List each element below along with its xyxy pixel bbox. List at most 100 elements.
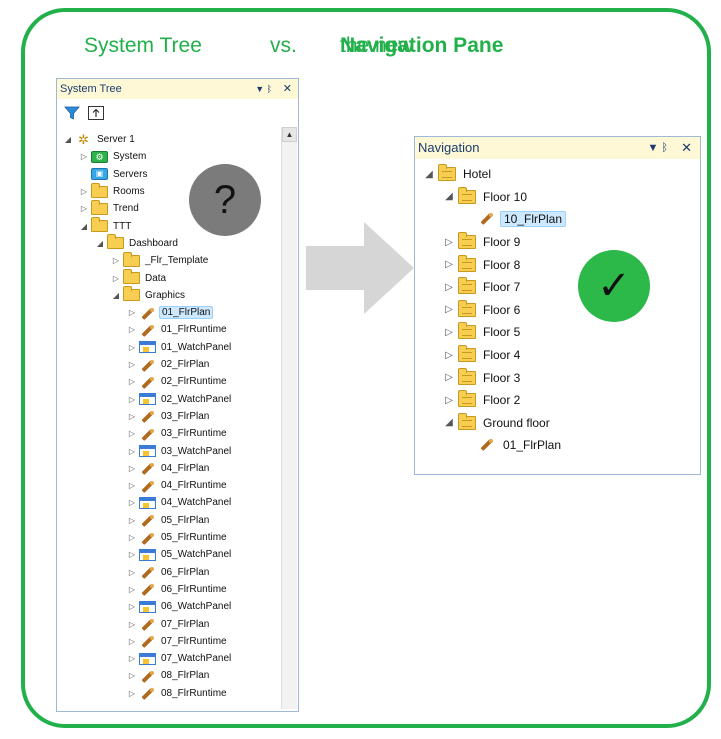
expand-icon[interactable]: ▷: [127, 395, 137, 404]
tree-row[interactable]: ▷ 07_WatchPanel: [127, 650, 233, 667]
tree-row[interactable]: ◢ Hotel: [423, 163, 494, 186]
tree-row[interactable]: ▷ 06_WatchPanel: [127, 598, 233, 615]
tree-row[interactable]: ▷ Floor 7: [443, 276, 523, 299]
pin-icon[interactable]: ▼ ᛒ: [255, 79, 272, 99]
tree-row[interactable]: ▷ 07_FlrRuntime: [127, 633, 229, 650]
tree-row[interactable]: ▷ _Flr_Template: [111, 251, 210, 269]
tree-row[interactable]: ▷ 08_FlrRuntime: [127, 685, 229, 702]
expand-icon[interactable]: ▷: [127, 360, 137, 369]
tree-row[interactable]: ▣ Servers: [79, 166, 149, 183]
expand-icon[interactable]: ▷: [127, 550, 137, 559]
tree-row[interactable]: ▷ Trend: [79, 199, 141, 217]
expand-icon[interactable]: ▷: [127, 429, 137, 438]
expand-icon[interactable]: ▷: [127, 343, 137, 352]
expand-icon[interactable]: ▷: [443, 372, 455, 383]
tree-row[interactable]: ◢ TTT: [79, 217, 133, 235]
right-arrow-icon: [306, 222, 414, 314]
collapse-icon[interactable]: ◢: [63, 135, 73, 144]
pin-icon[interactable]: ▼ ᛒ: [647, 137, 668, 159]
expand-icon[interactable]: ▷: [127, 308, 137, 317]
expand-icon[interactable]: ▷: [127, 637, 137, 646]
expand-icon[interactable]: ▷: [127, 412, 137, 421]
collapse-icon[interactable]: ◢: [423, 169, 435, 180]
expand-icon[interactable]: ▷: [127, 654, 137, 663]
tree-row[interactable]: ▷ Floor 6: [443, 299, 523, 322]
tree-row[interactable]: ▷ 03_FlrRuntime: [127, 425, 229, 442]
tree-row[interactable]: ▷ 01_WatchPanel: [127, 339, 233, 356]
expand-icon[interactable]: ▷: [79, 152, 89, 161]
tree-row[interactable]: ▷ Floor 5: [443, 321, 523, 344]
tree-row[interactable]: ▷ 07_FlrPlan: [127, 615, 211, 632]
system-tree-toolbar: [63, 103, 105, 123]
expand-icon[interactable]: ▷: [443, 282, 455, 293]
close-icon[interactable]: ✕: [283, 79, 292, 99]
tree-row[interactable]: ▷ 05_FlrRuntime: [127, 529, 229, 546]
expand-icon[interactable]: ▷: [443, 350, 455, 361]
expand-icon[interactable]: ▷: [111, 274, 121, 283]
tree-row[interactable]: 01_FlrPlan: [463, 434, 564, 457]
tree-row[interactable]: ▷ Floor 4: [443, 344, 523, 367]
tree-row[interactable]: ▷ 01_FlrRuntime: [127, 321, 229, 338]
collapse-icon[interactable]: ◢: [111, 291, 121, 300]
collapse-icon[interactable]: ◢: [443, 191, 455, 202]
expand-icon[interactable]: ▷: [127, 481, 137, 490]
expand-icon[interactable]: ▷: [443, 327, 455, 338]
collapse-icon[interactable]: ◢: [79, 222, 89, 231]
expand-icon[interactable]: ▷: [443, 259, 455, 270]
tree-row[interactable]: ◢ Dashboard: [95, 234, 180, 252]
tree-row[interactable]: ▷ 05_WatchPanel: [127, 546, 233, 563]
tree-row[interactable]: ▷ Data: [111, 269, 168, 286]
expand-icon[interactable]: ▷: [127, 498, 137, 507]
tree-row[interactable]: ▷ 03_WatchPanel: [127, 442, 233, 459]
tree-row[interactable]: ▷ Rooms: [79, 182, 147, 200]
tree-row[interactable]: ▷ 08_FlrPlan: [127, 667, 211, 684]
tree-row[interactable]: ▷ 06_FlrPlan: [127, 564, 211, 581]
close-icon[interactable]: ✕: [681, 137, 692, 159]
collapse-icon[interactable]: ◢: [443, 417, 455, 428]
expand-icon[interactable]: ▷: [127, 516, 137, 525]
expand-icon[interactable]: ▷: [79, 187, 89, 196]
expand-icon[interactable]: ▷: [127, 620, 137, 629]
expand-icon[interactable]: ▷: [127, 568, 137, 577]
tree-row[interactable]: ▷ 04_FlrRuntime: [127, 477, 229, 494]
expand-icon[interactable]: ▷: [127, 585, 137, 594]
scroll-up-icon[interactable]: ▲: [282, 127, 297, 142]
tree-row[interactable]: ▷ 05_FlrPlan: [127, 512, 211, 529]
tree-row[interactable]: ▷ Floor 2: [443, 389, 523, 412]
expand-icon[interactable]: ▷: [79, 204, 89, 213]
expand-icon[interactable]: ▷: [127, 325, 137, 334]
tree-row[interactable]: ▷ 03_FlrPlan: [127, 408, 211, 425]
tree-row[interactable]: 10_FlrPlan: [463, 208, 567, 231]
tree-row[interactable]: ◢ ✲ Server 1: [63, 131, 137, 148]
expand-icon[interactable]: ▷: [127, 671, 137, 680]
expand-icon[interactable]: ▷: [443, 395, 455, 406]
expand-icon[interactable]: ▷: [127, 464, 137, 473]
expand-icon[interactable]: ▷: [443, 237, 455, 248]
tree-row[interactable]: ▷ Floor 8: [443, 253, 523, 276]
expand-icon[interactable]: ▷: [127, 689, 137, 698]
tree-row[interactable]: ◢ Floor 10: [443, 186, 530, 209]
tree-row[interactable]: ▷ 06_FlrRuntime: [127, 581, 229, 598]
tree-row[interactable]: ▷ 02_FlrPlan: [127, 356, 211, 373]
expand-icon[interactable]: ▷: [127, 447, 137, 456]
expand-icon[interactable]: ▷: [127, 533, 137, 542]
expand-icon[interactable]: ▷: [127, 602, 137, 611]
tree-row[interactable]: ▷ 04_FlrPlan: [127, 460, 211, 477]
tree-row[interactable]: ▷ 01_FlrPlan: [127, 304, 214, 321]
filter-icon[interactable]: [63, 104, 81, 122]
expand-icon[interactable]: ▷: [127, 377, 137, 386]
tree-row[interactable]: ▷ Floor 3: [443, 366, 523, 389]
expand-icon[interactable]: ▷: [443, 304, 455, 315]
vertical-scrollbar[interactable]: ▲: [281, 127, 297, 709]
tree-item-label: 07_FlrRuntime: [161, 635, 227, 647]
tree-row[interactable]: ▷ 04_WatchPanel: [127, 494, 233, 511]
tree-row[interactable]: ◢ Graphics: [111, 286, 187, 304]
tree-row[interactable]: ▷ ⚙ System: [79, 148, 148, 165]
tree-row[interactable]: ▷ 02_WatchPanel: [127, 391, 233, 408]
tree-row[interactable]: ▷ Floor 9: [443, 231, 523, 254]
tree-row[interactable]: ◢ Ground floor: [443, 412, 553, 435]
tree-row[interactable]: ▷ 02_FlrRuntime: [127, 373, 229, 390]
collapse-icon[interactable]: ◢: [95, 239, 105, 248]
expand-icon[interactable]: ▷: [111, 256, 121, 265]
export-icon[interactable]: [87, 104, 105, 122]
